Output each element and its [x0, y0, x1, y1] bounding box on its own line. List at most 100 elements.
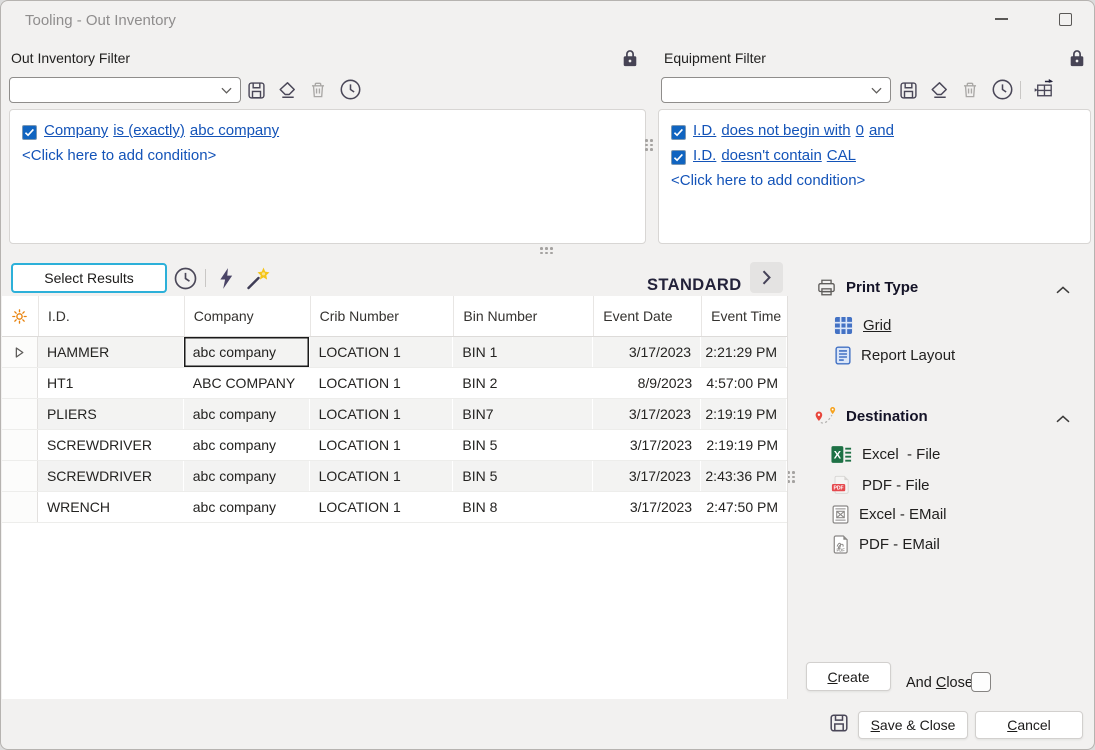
condition-value-link[interactable]: 0 — [856, 122, 864, 139]
horizontal-splitter-handle[interactable] — [540, 247, 553, 254]
cell[interactable]: abc company — [184, 492, 310, 522]
condition-field-link[interactable]: I.D. — [693, 122, 716, 139]
destination-option-pdf-email[interactable]: PDF PDF - EMail — [832, 535, 940, 554]
cell[interactable]: BIN 2 — [453, 368, 593, 398]
condition-checkbox-checked[interactable] — [671, 125, 686, 140]
cell[interactable]: SCREWDRIVER — [38, 461, 184, 491]
cell[interactable]: 8/9/2023 — [593, 368, 701, 398]
destination-option-excel-email[interactable]: Excel - EMail — [832, 505, 947, 524]
table-row[interactable]: SCREWDRIVERabc companyLOCATION 1BIN 53/1… — [2, 461, 787, 492]
add-condition-link[interactable]: <Click here to add condition> — [22, 143, 633, 168]
cell[interactable]: abc company — [184, 399, 310, 429]
column-header-crib-number[interactable]: Crib Number — [310, 296, 454, 336]
row-indicator[interactable] — [2, 368, 38, 398]
cell[interactable]: abc company — [184, 337, 310, 367]
cell[interactable]: 4:57:00 PM — [701, 368, 787, 398]
table-row[interactable]: WRENCHabc companyLOCATION 1BIN 83/17/202… — [2, 492, 787, 523]
cell[interactable]: 2:19:19 PM — [701, 399, 787, 429]
out-inventory-filter-input[interactable] — [16, 83, 221, 98]
table-row[interactable]: PLIERSabc companyLOCATION 1BIN73/17/2023… — [2, 399, 787, 430]
column-header-event-time[interactable]: Event Time — [701, 296, 787, 336]
and-close-checkbox[interactable] — [971, 672, 991, 692]
cell[interactable]: SCREWDRIVER — [38, 430, 184, 460]
cell[interactable]: 3/17/2023 — [593, 430, 701, 460]
cell[interactable]: 3/17/2023 — [593, 461, 701, 491]
add-condition-link[interactable]: <Click here to add condition> — [671, 168, 1078, 193]
condition-field-link[interactable]: Company — [44, 122, 108, 139]
create-button[interactable]: Create — [806, 662, 891, 691]
select-results-button[interactable]: Select Results — [11, 263, 167, 293]
save-and-close-button[interactable]: Save & Close — [858, 711, 968, 739]
cell[interactable]: abc company — [184, 461, 310, 491]
table-row[interactable]: HAMMERabc companyLOCATION 1BIN 13/17/202… — [2, 337, 787, 368]
equipment-filter-input[interactable] — [668, 83, 871, 98]
cell[interactable]: 3/17/2023 — [593, 399, 701, 429]
cell[interactable]: BIN 5 — [453, 461, 593, 491]
filter-history-button[interactable] — [338, 77, 362, 101]
condition-join-link[interactable]: and — [869, 122, 894, 139]
delete-filter-button[interactable] — [958, 78, 982, 102]
condition-value-link[interactable]: CAL — [827, 147, 856, 164]
filter-history-button[interactable] — [990, 77, 1014, 101]
grid-panel-splitter-handle[interactable] — [787, 471, 795, 483]
cell[interactable]: PLIERS — [38, 399, 184, 429]
cell[interactable]: LOCATION 1 — [310, 337, 454, 367]
out-inventory-filter-combobox[interactable] — [9, 77, 241, 103]
clear-filter-button[interactable] — [275, 78, 299, 102]
results-history-button[interactable] — [172, 265, 199, 292]
clear-filter-button[interactable] — [927, 78, 951, 102]
destination-option-pdf-file[interactable]: PDF PDF - File — [831, 475, 930, 495]
cancel-button[interactable]: Cancel — [975, 711, 1083, 739]
print-type-option-grid[interactable]: Grid — [834, 316, 891, 335]
cell[interactable]: 2:47:50 PM — [701, 492, 787, 522]
cell[interactable]: 3/17/2023 — [593, 492, 701, 522]
cell[interactable]: LOCATION 1 — [310, 461, 454, 491]
cell[interactable]: LOCATION 1 — [310, 430, 454, 460]
table-row[interactable]: HT1ABC COMPANYLOCATION 1BIN 28/9/20234:5… — [2, 368, 787, 399]
column-header-event-date[interactable]: Event Date — [593, 296, 701, 336]
row-indicator[interactable] — [2, 461, 38, 491]
cell[interactable]: HT1 — [38, 368, 184, 398]
delete-filter-button[interactable] — [306, 78, 330, 102]
column-header-bin-number[interactable]: Bin Number — [453, 296, 593, 336]
expand-profile-button[interactable] — [750, 262, 783, 293]
save-filter-button[interactable] — [896, 78, 920, 102]
maximize-button[interactable] — [1048, 5, 1082, 33]
collapse-destination-button[interactable] — [1051, 408, 1075, 428]
cell[interactable]: BIN 8 — [453, 492, 593, 522]
equipment-filter-combobox[interactable] — [661, 77, 891, 103]
collapse-print-type-button[interactable] — [1051, 279, 1075, 299]
column-header-company[interactable]: Company — [184, 296, 310, 336]
column-header-i-d-[interactable]: I.D. — [38, 296, 184, 336]
print-type-option-report-layout[interactable]: Report Layout — [835, 346, 955, 365]
save-filter-button[interactable] — [244, 78, 268, 102]
table-row[interactable]: SCREWDRIVERabc companyLOCATION 1BIN 53/1… — [2, 430, 787, 461]
cell[interactable]: abc company — [184, 430, 310, 460]
cell[interactable]: 3/17/2023 — [593, 337, 701, 367]
condition-operator-link[interactable]: does not begin with — [721, 122, 850, 139]
cell[interactable]: BIN 5 — [453, 430, 593, 460]
cell[interactable]: WRENCH — [38, 492, 184, 522]
cell[interactable]: ABC COMPANY — [184, 368, 310, 398]
row-indicator[interactable] — [2, 492, 38, 522]
wizard-button[interactable] — [242, 263, 272, 293]
cell[interactable]: HAMMER — [38, 337, 184, 367]
cell[interactable]: BIN 1 — [453, 337, 593, 367]
minimize-button[interactable] — [984, 5, 1018, 33]
cell[interactable]: LOCATION 1 — [310, 399, 454, 429]
condition-operator-link[interactable]: doesn't contain — [721, 147, 821, 164]
quick-run-button[interactable] — [214, 266, 238, 290]
condition-operator-link[interactable]: is (exactly) — [113, 122, 185, 139]
condition-field-link[interactable]: I.D. — [693, 147, 716, 164]
apply-filter-to-grid-button[interactable] — [1030, 77, 1056, 101]
cell[interactable]: LOCATION 1 — [310, 492, 454, 522]
cell[interactable]: BIN7 — [453, 399, 593, 429]
row-indicator[interactable] — [2, 399, 38, 429]
cell[interactable]: LOCATION 1 — [310, 368, 454, 398]
condition-checkbox-checked[interactable] — [671, 150, 686, 165]
row-indicator[interactable] — [2, 430, 38, 460]
destination-option-excel-file[interactable]: X Excel - File — [831, 445, 940, 464]
condition-checkbox-checked[interactable] — [22, 125, 37, 140]
current-row-indicator[interactable] — [2, 337, 38, 367]
panel-splitter-handle[interactable] — [645, 139, 653, 151]
